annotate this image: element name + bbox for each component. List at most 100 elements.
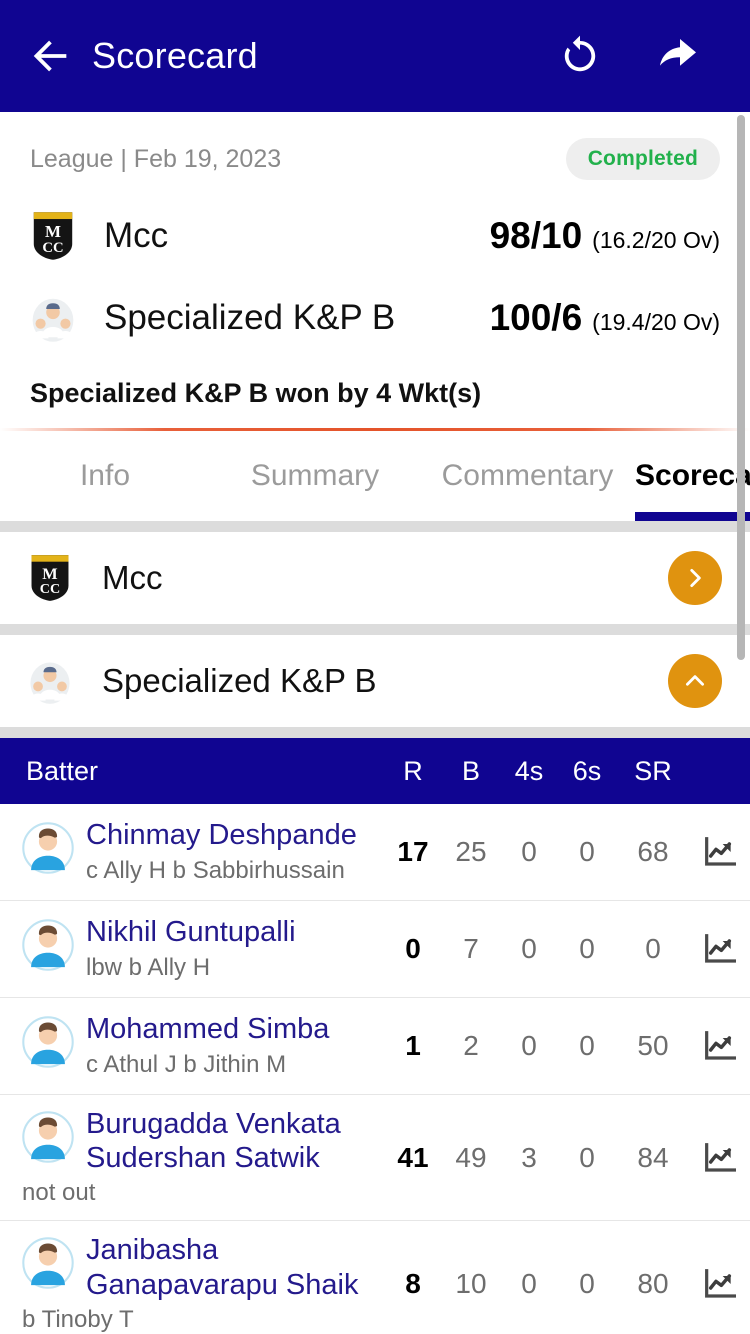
column-header-strike-rate: SR [634,755,672,786]
stat-balls: 25 [455,836,487,867]
batting-rows: Chinmay Deshpande c Ally H b Sabbirhussa… [0,804,750,1334]
stat-balls: 49 [455,1141,487,1173]
batter-cell[interactable]: Chinmay Deshpande c Ally H b Sabbirhussa… [22,806,384,897]
stat-sixes: 0 [579,1141,595,1173]
scorecard-screen: Scorecard League | Feb 19, 2023 Complete… [0,0,750,1334]
svg-text:M: M [45,222,61,241]
summary-top-row: League | Feb 19, 2023 Completed [30,138,720,180]
expand-toggle-specialized-kp-b[interactable] [668,654,722,708]
stat-fours: 0 [521,933,537,964]
stat-fours: 3 [521,1141,537,1173]
tab-info[interactable]: Info [0,431,210,521]
section-divider [0,521,750,532]
player-avatar-icon [22,1111,74,1163]
player-avatar-icon [22,822,74,875]
team-score: 98/10 [489,215,583,256]
batter-info: Janibasha Ganapavarapu Shaik b Tinoby T [22,1233,384,1334]
graph-button[interactable] [690,1269,750,1299]
stat-runs: 17 [397,836,429,867]
stat-fours: 0 [521,836,537,867]
summary-team-row-1: M CC Mcc 98/10 (16.2/20 Ov) [30,210,720,262]
batter-name[interactable]: Nikhil Guntupalli [86,915,296,949]
batter-info: Burugadda Venkata Sudershan Satwik not o… [22,1107,384,1208]
column-header-sixes: 6s [572,755,602,786]
stat-strike-rate: 84 [637,1141,669,1173]
share-icon[interactable] [654,32,702,80]
chevron-up-icon [686,675,704,686]
batter-name[interactable]: Chinmay Deshpande [86,818,357,852]
team-score: 100/6 [489,297,583,338]
stat-sixes: 0 [579,933,595,964]
team-overs: (16.2/20 Ov) [592,227,720,253]
batting-table-header: Batter R B 4s 6s SR [0,738,750,804]
dismissal-text: not out [22,1179,96,1207]
batter-cell[interactable]: Janibasha Ganapavarapu Shaik b Tinoby T [22,1221,384,1334]
tab-scorecard[interactable]: Scorecard [635,431,750,521]
batter-name[interactable]: Mohammed Simba [86,1012,329,1046]
stat-balls: 7 [463,933,479,964]
app-bar: Scorecard [0,0,750,112]
batter-cell[interactable]: Mohammed Simba c Athul J b Jithin M [22,1000,384,1091]
league-date-text: League | Feb 19, 2023 [30,144,282,173]
table-row[interactable]: Nikhil Guntupalli lbw b Ally H 0 7 0 0 0 [0,901,750,998]
expand-toggle-mcc[interactable] [668,551,722,605]
summary-team-row-2: Specialized K&P B 100/6 (19.4/20 Ov) [30,292,720,344]
tab-commentary[interactable]: Commentary [420,431,635,521]
summary-score-1: 98/10 (16.2/20 Ov) [490,215,720,257]
stat-balls: 2 [463,1030,479,1061]
player-avatar-icon [22,1237,74,1290]
innings-header-specialized-kp-b[interactable]: Specialized K&P B [0,635,750,727]
summary-score-2: 100/6 (19.4/20 Ov) [490,297,720,339]
batter-name[interactable]: Janibasha Ganapavarapu Shaik [86,1233,384,1301]
table-row[interactable]: Mohammed Simba c Athul J b Jithin M 1 2 … [0,998,750,1095]
stat-sixes: 0 [579,1268,595,1300]
team-overs: (19.4/20 Ov) [592,309,720,335]
innings-team-name: Specialized K&P B [102,662,377,699]
stat-runs: 1 [405,1030,421,1061]
column-header-batter: Batter [26,755,99,786]
match-summary-card: League | Feb 19, 2023 Completed M CC Mcc… [0,112,750,431]
chevron-right-icon [690,569,701,587]
line-chart-icon [705,1142,736,1172]
batter-cell[interactable]: Nikhil Guntupalli lbw b Ally H [22,903,384,994]
table-row[interactable]: Chinmay Deshpande c Ally H b Sabbirhussa… [0,804,750,901]
stat-sixes: 0 [579,836,595,867]
svg-text:CC: CC [40,581,60,597]
tab-bar: Info Summary Commentary Scorecard [0,431,750,521]
column-header-runs: R [403,755,423,786]
line-chart-icon [705,934,736,963]
app-bar-actions [556,32,702,80]
stat-runs: 8 [405,1268,421,1300]
mcc-shield-logo: M CC [33,212,73,260]
graph-button[interactable] [690,934,750,964]
mcc-shield-logo: M CC [31,555,69,601]
refresh-icon[interactable] [556,32,604,80]
graph-button[interactable] [690,1031,750,1061]
batter-info: Chinmay Deshpande c Ally H b Sabbirhussa… [86,818,357,885]
innings-team-name: Mcc [102,559,163,596]
innings-header-mcc[interactable]: M CC Mcc [0,532,750,624]
batter-name[interactable]: Burugadda Venkata Sudershan Satwik [86,1107,384,1175]
stat-runs: 41 [397,1141,429,1173]
section-divider [0,624,750,635]
tab-summary[interactable]: Summary [210,431,420,521]
dismissal-text: lbw b Ally H [86,953,211,981]
stat-balls: 10 [455,1268,487,1300]
arrow-left-icon[interactable] [28,33,74,79]
batter-info: Nikhil Guntupalli lbw b Ally H [86,915,296,982]
stat-strike-rate: 50 [637,1030,669,1061]
graph-button[interactable] [690,1142,750,1173]
column-header-balls: B [461,755,480,786]
graph-button[interactable] [690,837,750,867]
team-avatar-icon [30,662,70,704]
table-row[interactable]: Janibasha Ganapavarapu Shaik b Tinoby T … [0,1221,750,1334]
dismissal-text: c Athul J b Jithin M [86,1050,287,1078]
match-result-text: Specialized K&P B won by 4 Wkt(s) [30,378,482,408]
page-title: Scorecard [92,35,258,76]
line-chart-icon [705,1269,736,1298]
batter-cell[interactable]: Burugadda Venkata Sudershan Satwik not o… [22,1095,384,1220]
player-avatar-icon [22,919,74,972]
table-row[interactable]: Burugadda Venkata Sudershan Satwik not o… [0,1095,750,1222]
team-avatar-icon [32,298,74,342]
vertical-scrollbar[interactable] [737,115,745,660]
